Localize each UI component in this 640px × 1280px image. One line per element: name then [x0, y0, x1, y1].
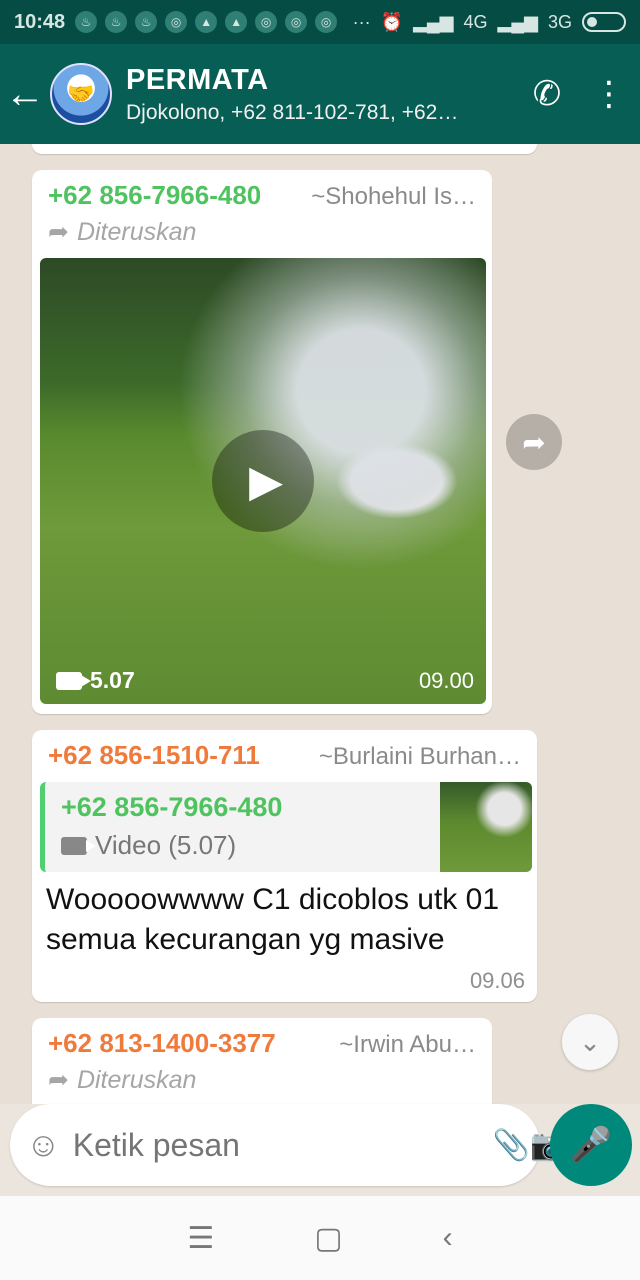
notification-icon: ▲ — [195, 11, 218, 33]
video-duration: 5.07 — [56, 667, 135, 694]
previous-message-bubble[interactable] — [32, 144, 537, 154]
quoted-video-thumbnail — [440, 782, 532, 872]
forwarded-text: Diteruskan — [76, 218, 197, 246]
message-composer: ☺ 📎 📷 — [10, 1104, 567, 1186]
forwarded-text: Diteruskan — [76, 1066, 197, 1094]
notification-icon: ♨ — [75, 11, 98, 33]
group-members: Djokolono, +62 811-102-781, +62… — [126, 100, 459, 124]
home-icon[interactable]: ▢ — [314, 1221, 342, 1256]
notification-icon: ♨ — [105, 11, 128, 33]
sender-number[interactable]: +62 856-7966-480 — [48, 180, 261, 211]
forward-icon: ➦ — [48, 218, 69, 246]
sender-alias: ~Irwin Abu… — [339, 1031, 476, 1058]
message-time: 09.00 — [418, 668, 474, 693]
signal-icon: ▂▄▆ — [497, 11, 538, 32]
video-camera-icon — [56, 671, 91, 690]
add-call-icon[interactable]: ✆ — [516, 74, 578, 114]
quoted-body: Video (5.07) — [61, 830, 236, 861]
recents-icon[interactable]: ☰ — [187, 1221, 214, 1256]
signal-icon: ▂▄▆ — [413, 11, 454, 32]
chat-area[interactable]: +62 856-7966-480 ~Shohehul Is… ➦ Diterusk… — [0, 144, 640, 1104]
share-icon[interactable]: ➦ — [506, 414, 562, 470]
alarm-icon: ⏰ — [380, 11, 404, 32]
back-nav-icon[interactable]: ‹ — [443, 1221, 453, 1255]
more-notifications: ··· — [352, 11, 371, 32]
back-arrow-icon[interactable]: ← — [0, 72, 50, 117]
message-bubble[interactable]: +62 813-1400-3377 ~Irwin Abu… ➦ Diteruska… — [32, 1018, 492, 1104]
message-text: Wooooowwww C1 dicoblos utk 01 semua kecu… — [46, 883, 500, 956]
sender-number[interactable]: +62 813-1400-3377 — [48, 1028, 276, 1059]
play-icon[interactable]: ▶ — [212, 430, 314, 532]
chat-header: ← 🤝 PERMATA Djokolono, +62 811-102-781, … — [0, 44, 640, 144]
forwarded-label: ➦ Diteruskan — [32, 1059, 492, 1095]
scroll-to-bottom-icon[interactable]: ⌄ — [562, 1014, 618, 1070]
message-bubble[interactable]: +62 856-1510-711 ~Burlaini Burhan… +62 8… — [32, 730, 537, 1002]
notification-icons: ♨ ♨ ♨ ◎ ▲ ▲ ◎ ◎ ◎ — [75, 11, 338, 33]
quoted-body-text: Video (5.07) — [95, 830, 237, 860]
overflow-menu-icon[interactable]: ⋮ — [578, 74, 640, 114]
message-bubble[interactable]: +62 856-7966-480 ~Shohehul Is… ➦ Diterusk… — [32, 170, 492, 714]
chat-title-block[interactable]: PERMATA Djokolono, +62 811-102-781, +62… — [126, 64, 516, 125]
notification-icon: ▲ — [225, 11, 248, 33]
forward-icon: ➦ — [48, 1066, 69, 1094]
video-duration-text: 5.07 — [90, 667, 135, 693]
forwarded-label: ➦ Diteruskan — [32, 211, 492, 247]
status-bar: 10:48 ♨ ♨ ♨ ◎ ▲ ▲ ◎ ◎ ◎ ··· ⏰ ▂▄▆ 4G ▂▄▆… — [0, 0, 640, 44]
status-time: 10:48 — [14, 10, 66, 33]
group-name: PERMATA — [126, 63, 269, 96]
notification-icon: ◎ — [315, 11, 338, 33]
group-avatar[interactable]: 🤝 — [50, 63, 112, 125]
attach-icon[interactable]: 📎 — [493, 1128, 530, 1163]
video-thumbnail[interactable]: ▶ 5.07 09.00 — [40, 258, 486, 704]
video-camera-icon — [61, 836, 96, 855]
notification-icon: ◎ — [255, 11, 278, 33]
quoted-sender: +62 856-7966-480 — [61, 792, 283, 822]
sender-alias: ~Burlaini Burhan… — [318, 743, 521, 770]
microphone-icon[interactable]: 🎤 — [550, 1104, 632, 1186]
notification-icon: ◎ — [165, 11, 188, 33]
emoji-icon[interactable]: ☺ — [26, 1126, 61, 1165]
sender-number[interactable]: +62 856-1510-711 — [48, 740, 260, 771]
message-input[interactable] — [60, 1126, 493, 1164]
quoted-message[interactable]: +62 856-7966-480 Video (5.07) — [40, 782, 532, 872]
system-nav-bar: ☰ ▢ ‹ — [0, 1196, 640, 1280]
notification-icon: ♨ — [135, 11, 158, 33]
notification-icon: ◎ — [285, 11, 308, 33]
network-3g: 3G — [547, 11, 572, 32]
battery-icon — [582, 12, 626, 32]
network-4g: 4G — [463, 11, 488, 32]
message-time: 09.06 — [469, 968, 525, 993]
sender-alias: ~Shohehul Is… — [311, 183, 476, 210]
